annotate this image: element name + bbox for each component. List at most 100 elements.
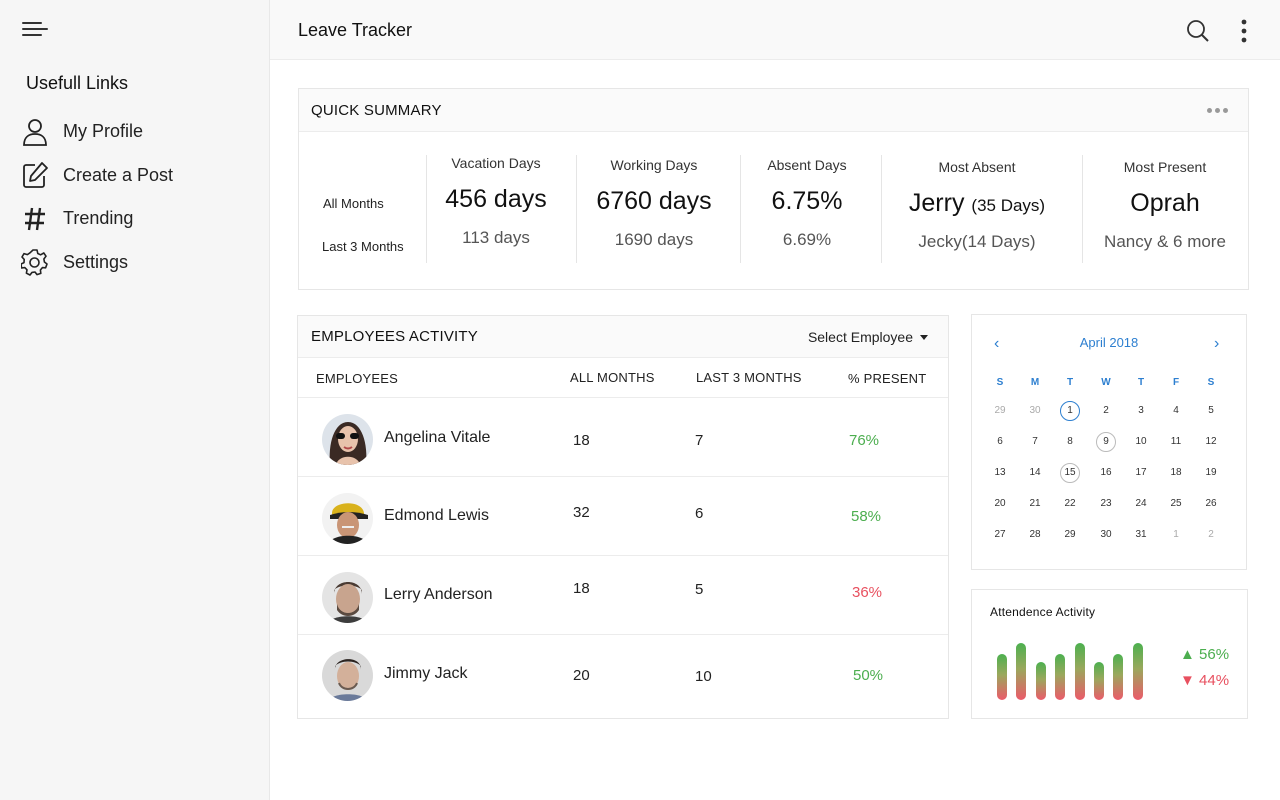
most-absent-name: Jerry: [908, 189, 965, 217]
more-horizontal-icon[interactable]: [1207, 108, 1228, 113]
calendar-day[interactable]: 16: [1096, 463, 1116, 483]
vacation-days-column: Vacation Days 456 days 113 days: [427, 155, 565, 248]
sidebar-item-trending[interactable]: Trending: [20, 197, 173, 241]
attendance-up-stat: ▲ 56%: [1180, 646, 1230, 663]
weekday-header: T: [1066, 377, 1074, 388]
hash-icon: [20, 204, 50, 234]
calendar-day[interactable]: 15: [1060, 463, 1080, 483]
card-header: QUICK SUMMARY: [299, 89, 1248, 132]
table-row[interactable]: Lerry Anderson 18 5 36%: [298, 556, 948, 635]
attendance-bar: [1016, 643, 1027, 700]
calendar-day[interactable]: 30: [1025, 401, 1045, 421]
calendar-day[interactable]: 4: [1166, 401, 1186, 421]
table-row[interactable]: Jimmy Jack 20 10 50%: [298, 635, 948, 719]
calendar-day[interactable]: 13: [990, 463, 1010, 483]
calendar-day[interactable]: 29: [1060, 525, 1080, 545]
avatar: [322, 572, 373, 623]
calendar-day[interactable]: 6: [990, 432, 1010, 452]
attendance-bar: [1132, 643, 1143, 700]
weekday-header: M: [1030, 377, 1040, 388]
employee-name: Lerry Anderson: [384, 586, 493, 603]
calendar-day[interactable]: 28: [1025, 525, 1045, 545]
sidebar-item-label: Create a Post: [63, 164, 174, 185]
gear-icon: [20, 247, 50, 277]
calendar-day[interactable]: 25: [1166, 494, 1186, 514]
calendar-day[interactable]: 20: [990, 494, 1010, 514]
column-header-present[interactable]: % PRESENT: [848, 371, 926, 386]
caret-down-icon: [920, 334, 928, 340]
column-header-all-months[interactable]: ALL MONTHS: [570, 370, 655, 385]
calendar-day[interactable]: 5: [1201, 401, 1221, 421]
calendar-day[interactable]: 12: [1201, 432, 1221, 452]
sidebar-item-create-post[interactable]: Create a Post: [20, 154, 173, 198]
present-percent: 36%: [852, 584, 883, 601]
calendar-day[interactable]: 2: [1096, 401, 1116, 421]
all-months-value: 18: [573, 432, 590, 449]
calendar-day[interactable]: 9: [1096, 432, 1116, 452]
next-month-button[interactable]: ›: [1214, 335, 1219, 353]
last-3-months-value: 7: [695, 432, 704, 449]
calendar-day[interactable]: 22: [1060, 494, 1080, 514]
sidebar-item-label: Trending: [63, 208, 134, 229]
menu-icon[interactable]: [22, 22, 50, 40]
calendar-day[interactable]: 8: [1060, 432, 1080, 452]
calendar-day[interactable]: 23: [1096, 494, 1116, 514]
calendar-day[interactable]: 1: [1060, 401, 1080, 421]
absent-days-all: 6.75%: [771, 187, 843, 215]
table-row[interactable]: Angelina Vitale 18 7 76%: [298, 398, 948, 477]
calendar-day[interactable]: 14: [1025, 463, 1045, 483]
calendar-day[interactable]: 18: [1166, 463, 1186, 483]
table-row[interactable]: Edmond Lewis 32 6 58%: [298, 477, 948, 556]
absent-days-last3: 6.69%: [782, 230, 832, 249]
attendance-bar: [1074, 643, 1085, 700]
attendance-bar: [1055, 654, 1066, 700]
column-heading: Most Absent: [938, 159, 1016, 175]
weekday-header: S: [1207, 377, 1215, 388]
attendance-bar: [1035, 662, 1046, 700]
calendar-day[interactable]: 3: [1131, 401, 1151, 421]
column-heading: Working Days: [610, 157, 698, 173]
most-absent-last3: Jecky(14 Days): [918, 232, 1036, 251]
column-header-last-3-months[interactable]: LAST 3 MONTHS: [696, 370, 802, 385]
card-title: QUICK SUMMARY: [311, 102, 442, 119]
column-header-employees[interactable]: EMPLOYEES: [316, 371, 398, 386]
calendar-day[interactable]: 17: [1131, 463, 1151, 483]
calendar-day[interactable]: 19: [1201, 463, 1221, 483]
attendance-bar: [1113, 654, 1124, 700]
sidebar-item-my-profile[interactable]: My Profile: [20, 110, 173, 154]
more-vertical-icon[interactable]: [1236, 18, 1252, 44]
calendar-day[interactable]: 26: [1201, 494, 1221, 514]
avatar: [322, 493, 373, 544]
calendar-day[interactable]: 31: [1131, 525, 1151, 545]
calendar-day[interactable]: 21: [1025, 494, 1045, 514]
weekday-header: F: [1172, 377, 1180, 388]
attendance-bar: [997, 654, 1007, 700]
working-days-last3: 1690 days: [614, 230, 694, 249]
all-months-value: 20: [573, 667, 590, 684]
present-percent: 50%: [853, 667, 884, 684]
calendar-day[interactable]: 2: [1201, 525, 1221, 545]
select-employee-dropdown[interactable]: Select Employee: [808, 329, 928, 345]
calendar-day[interactable]: 30: [1096, 525, 1116, 545]
weekday-header: W: [1101, 377, 1111, 388]
sidebar-item-settings[interactable]: Settings: [20, 241, 173, 285]
calendar-day[interactable]: 10: [1131, 432, 1151, 452]
card-title: Attendence Activity: [990, 605, 1096, 619]
page-title: Leave Tracker: [298, 20, 413, 40]
search-icon[interactable]: [1186, 19, 1210, 43]
card-title: EMPLOYEES ACTIVITY: [311, 328, 478, 345]
vacation-days-last3: 113 days: [462, 228, 530, 247]
calendar-day[interactable]: 7: [1025, 432, 1045, 452]
calendar-day[interactable]: 29: [990, 401, 1010, 421]
calendar-day[interactable]: 11: [1166, 432, 1186, 452]
last-3-months-value: 5: [695, 581, 704, 598]
all-months-value: 18: [573, 580, 590, 597]
calendar-day[interactable]: 1: [1166, 525, 1186, 545]
row-label-all-months: All Months: [323, 196, 384, 211]
row-label-last-3-months: Last 3 Months: [322, 239, 404, 254]
calendar-month-label: April 2018: [1079, 335, 1139, 350]
calendar-day[interactable]: 24: [1131, 494, 1151, 514]
calendar-day[interactable]: 27: [990, 525, 1010, 545]
sidebar-nav: My Profile Create a Post Trending Settin…: [20, 110, 173, 284]
card-header: EMPLOYEES ACTIVITY Select Employee: [298, 316, 948, 358]
